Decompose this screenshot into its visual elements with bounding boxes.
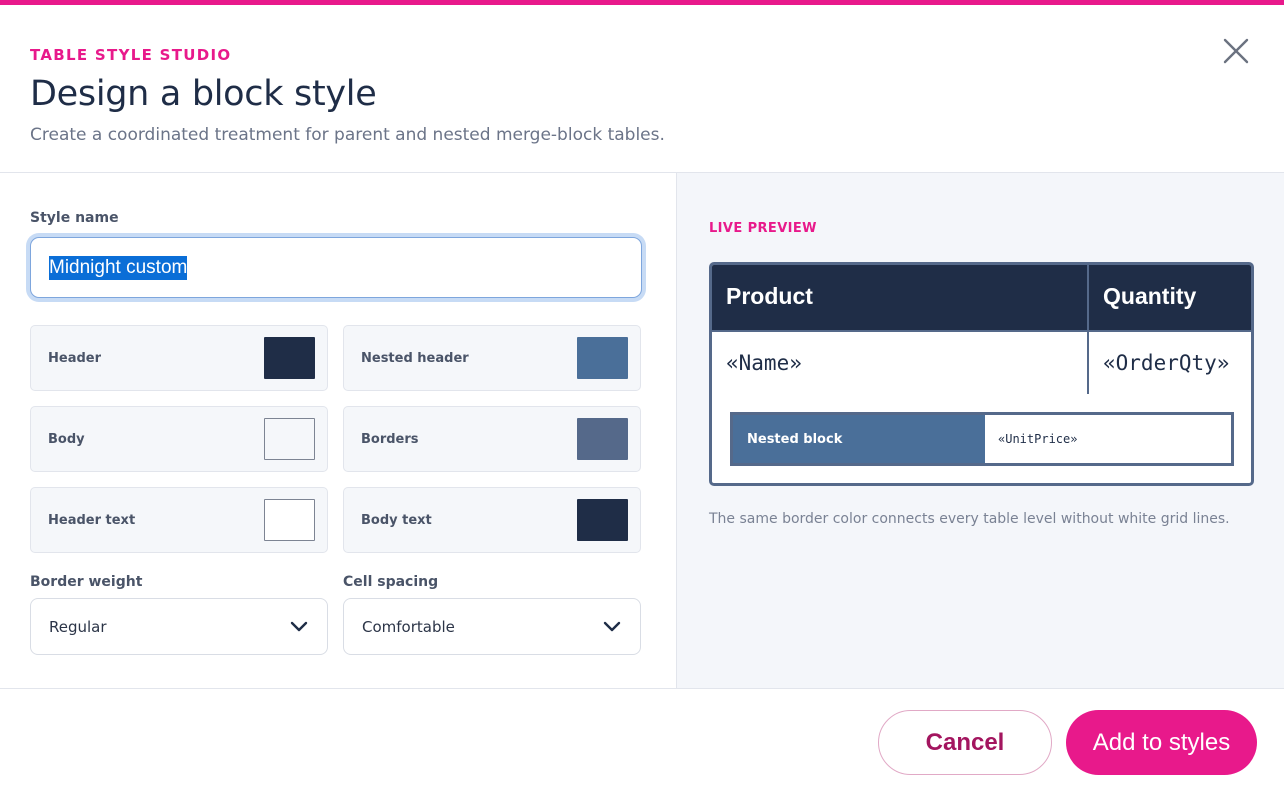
color-chip[interactable]	[264, 337, 315, 379]
swatch-nested-header[interactable]: Nested header	[343, 325, 641, 391]
dialog-title: Design a block style	[30, 74, 377, 114]
close-icon	[1223, 38, 1249, 64]
cell-spacing-label: Cell spacing	[343, 574, 439, 590]
swatch-body-text[interactable]: Body text	[343, 487, 641, 553]
swatch-label: Header	[48, 350, 102, 366]
cancel-button[interactable]: Cancel	[878, 710, 1052, 775]
style-name-label: Style name	[30, 210, 119, 226]
border-weight-label: Border weight	[30, 574, 143, 590]
preview-column-quantity: Quantity	[1103, 283, 1197, 309]
cell-spacing-select[interactable]: Comfortable	[343, 598, 641, 655]
color-chip[interactable]	[264, 499, 315, 541]
preview-cell-orderqty: «OrderQty»	[1103, 351, 1230, 375]
color-chip[interactable]	[577, 337, 628, 379]
color-chip[interactable]	[264, 418, 315, 460]
border-weight-value: Regular	[49, 617, 107, 636]
preview-row-divider	[712, 330, 1251, 332]
preview-column-product: Product	[726, 283, 813, 309]
swatch-label: Header text	[48, 512, 136, 528]
style-name-value: Midnight custom	[49, 255, 188, 280]
cell-spacing-value: Comfortable	[362, 617, 455, 636]
swatch-header-text[interactable]: Header text	[30, 487, 328, 553]
add-to-styles-button[interactable]: Add to styles	[1066, 710, 1257, 775]
swatch-header[interactable]: Header	[30, 325, 328, 391]
dialog-subtitle: Create a coordinated treatment for paren…	[30, 125, 665, 145]
preview-caption: The same border color connects every tab…	[709, 511, 1230, 527]
accent-top-bar	[0, 0, 1284, 5]
chevron-down-icon	[603, 621, 621, 631]
swatch-label: Nested header	[361, 350, 469, 366]
nested-block-cell: «UnitPrice»	[985, 415, 1231, 463]
swatch-label: Borders	[361, 431, 419, 447]
swatch-borders[interactable]: Borders	[343, 406, 641, 472]
border-weight-select[interactable]: Regular	[30, 598, 328, 655]
close-button[interactable]	[1219, 34, 1253, 68]
color-chip[interactable]	[577, 499, 628, 541]
footer-divider	[0, 688, 1284, 689]
nested-block-header: Nested block	[733, 415, 985, 463]
swatch-body[interactable]: Body	[30, 406, 328, 472]
swatch-label: Body text	[361, 512, 432, 528]
chevron-down-icon	[290, 621, 308, 631]
style-name-input[interactable]: Midnight custom	[30, 237, 642, 298]
swatch-label: Body	[48, 431, 85, 447]
live-preview-label: LIVE PREVIEW	[709, 221, 817, 236]
preview-table: Product Quantity «Name» «OrderQty» Neste…	[709, 262, 1254, 486]
preview-cell-name: «Name»	[726, 351, 802, 375]
studio-eyebrow: TABLE STYLE STUDIO	[30, 46, 232, 64]
color-chip[interactable]	[577, 418, 628, 460]
preview-nested-block: Nested block «UnitPrice»	[730, 412, 1234, 466]
